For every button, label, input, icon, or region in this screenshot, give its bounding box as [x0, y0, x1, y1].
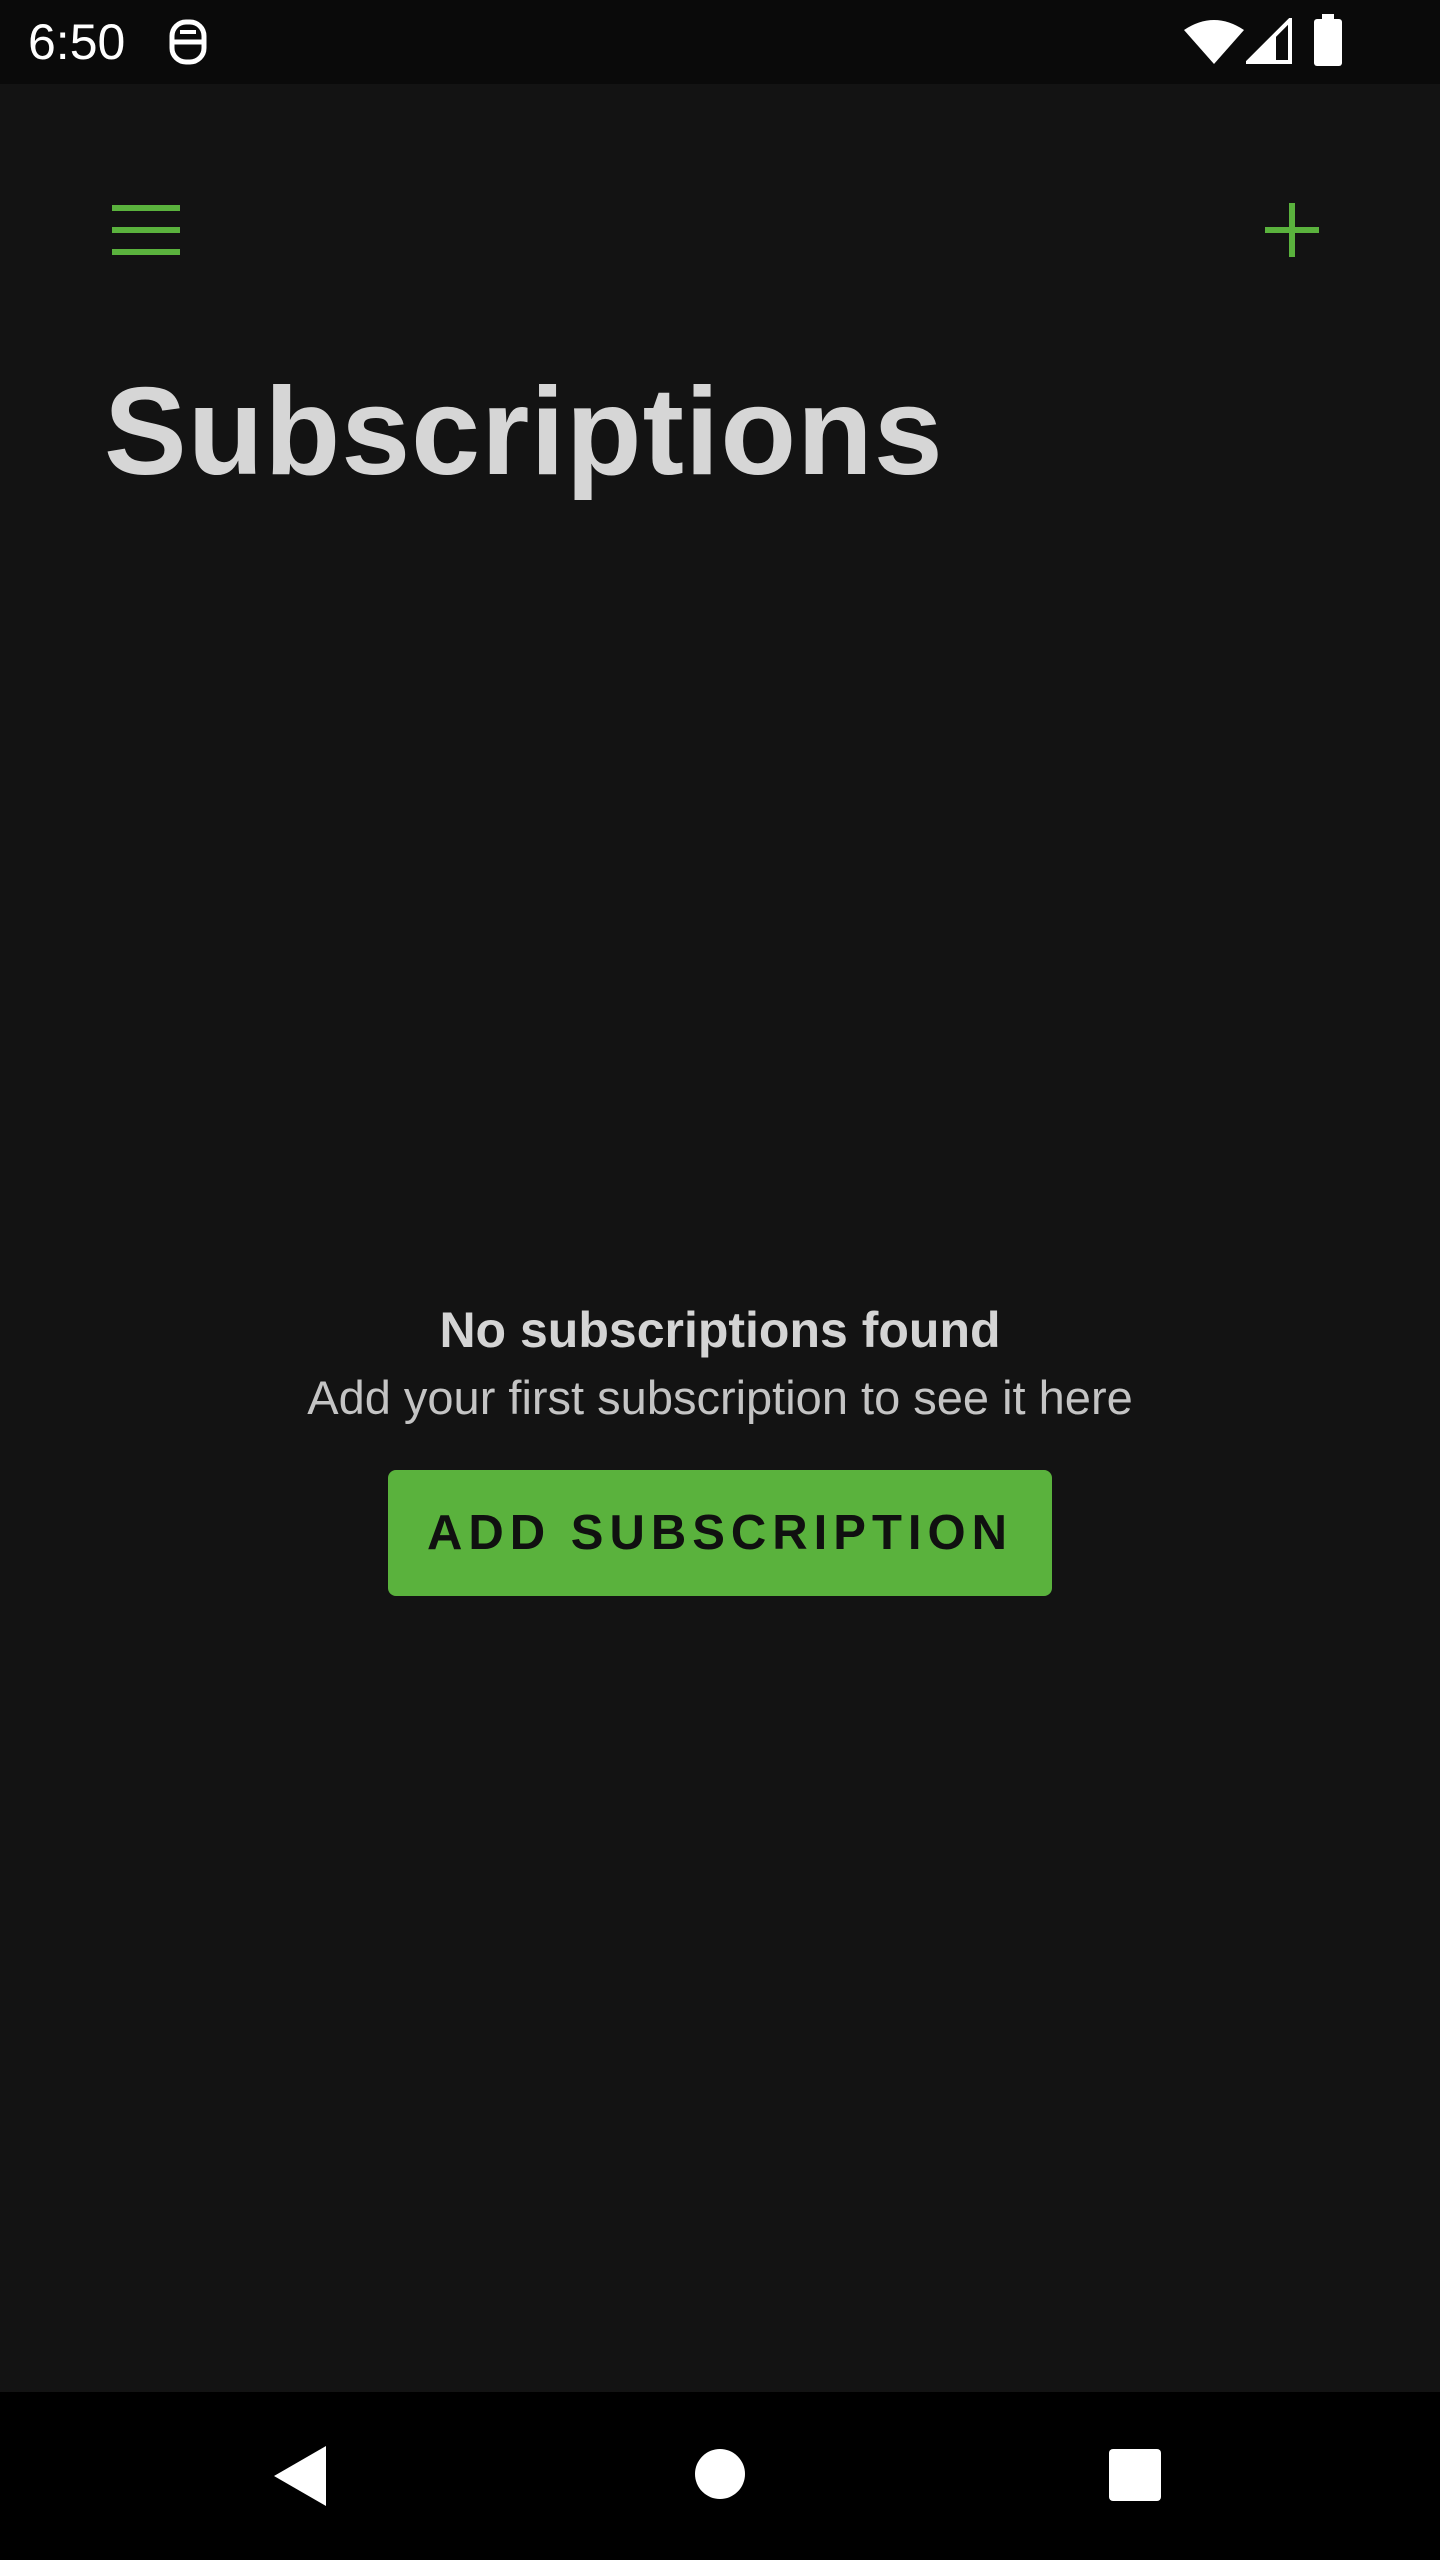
status-bar: 6:50 [0, 0, 1440, 84]
add-button[interactable] [1246, 188, 1338, 272]
wifi-icon [1184, 20, 1244, 64]
status-time: 6:50 [28, 14, 126, 70]
empty-state-subtitle: Add your first subscription to see it he… [307, 1371, 1133, 1424]
hamburger-menu-icon [112, 205, 180, 255]
menu-button[interactable] [100, 188, 192, 272]
cell-signal-icon [1246, 18, 1292, 64]
add-subscription-button[interactable]: ADD SUBSCRIPTION [388, 1470, 1052, 1596]
back-icon[interactable] [270, 2444, 334, 2508]
home-icon[interactable] [694, 2448, 746, 2500]
recents-icon[interactable] [1108, 2448, 1162, 2502]
page-title: Subscriptions [104, 363, 944, 501]
empty-state-title: No subscriptions found [439, 1302, 1001, 1358]
screen: 6:50 Subscriptions No subscriptions foun… [0, 0, 1440, 2560]
plus-icon [1265, 203, 1319, 257]
sim-toolkit-icon [169, 19, 207, 65]
navigation-bar [0, 2392, 1440, 2560]
battery-icon [1314, 14, 1342, 66]
